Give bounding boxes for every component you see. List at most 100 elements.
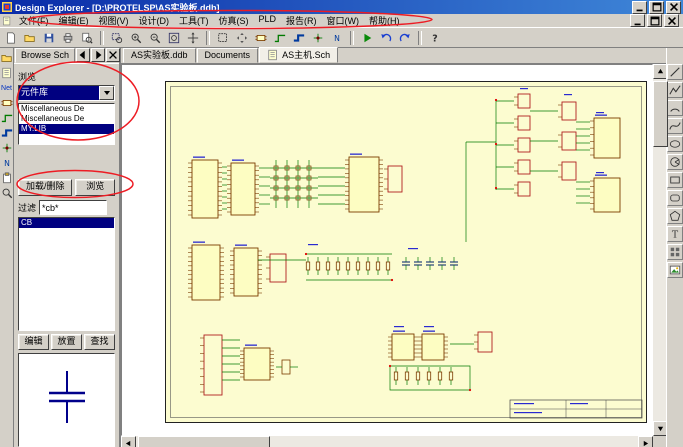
open-folder-button[interactable] — [21, 29, 39, 46]
component-listbox[interactable]: CB — [18, 217, 115, 331]
zoom-all-button[interactable] — [165, 29, 183, 46]
junction-button[interactable] — [309, 29, 327, 46]
filter-input[interactable] — [39, 200, 107, 215]
probe-button[interactable] — [1, 187, 13, 199]
bus-button[interactable] — [290, 29, 308, 46]
win-max-button[interactable] — [647, 14, 662, 27]
scroll-left-button[interactable] — [121, 436, 136, 447]
window-controls — [632, 1, 681, 14]
polyline-button[interactable] — [667, 82, 683, 98]
zoom-window-button[interactable] — [108, 29, 126, 46]
library-list-item[interactable]: Miscellaneous De — [19, 114, 114, 124]
undo-button[interactable] — [377, 29, 395, 46]
wire-button[interactable] — [1, 112, 13, 124]
library-type-combobox[interactable]: 元件库 — [18, 85, 115, 101]
menu-item-3[interactable]: 设计(D) — [134, 14, 175, 27]
tab-browse-sch[interactable]: Browse Sch — [15, 48, 75, 63]
menu-item-4[interactable]: 工具(T) — [174, 14, 214, 27]
line-button[interactable] — [667, 64, 683, 80]
win-close-button[interactable] — [664, 14, 679, 27]
pie-button[interactable] — [667, 154, 683, 170]
arc-button[interactable] — [667, 100, 683, 116]
open-folder-button[interactable] — [1, 52, 13, 64]
win-close-button[interactable] — [666, 1, 681, 14]
combo-dropdown-button[interactable] — [99, 86, 114, 100]
menu-item-8[interactable]: 窗口(W) — [322, 14, 365, 27]
win-max-button[interactable] — [649, 1, 664, 14]
part-button[interactable] — [252, 29, 270, 46]
close-button[interactable] — [106, 48, 120, 62]
win-min-button[interactable] — [630, 14, 645, 27]
move-button[interactable] — [233, 29, 251, 46]
edit-button[interactable]: 编辑 — [18, 334, 49, 350]
text-tool-button[interactable]: T — [667, 226, 683, 242]
horizontal-scroll-track[interactable] — [136, 436, 638, 447]
menu-item-2[interactable]: 视图(V) — [94, 14, 134, 27]
array-tool-button[interactable] — [667, 244, 683, 260]
scroll-right-button[interactable] — [638, 436, 653, 447]
arrow-right-button[interactable] — [91, 48, 105, 62]
help-button[interactable]: ? — [426, 29, 444, 46]
print-preview-button[interactable] — [78, 29, 96, 46]
save-button[interactable] — [40, 29, 58, 46]
horizontal-scroll-thumb[interactable] — [138, 436, 270, 447]
schematic-canvas[interactable] — [121, 64, 653, 436]
vertical-scroll-track[interactable] — [653, 79, 666, 421]
horizontal-scrollbar[interactable] — [121, 436, 653, 447]
zoom-in-button[interactable] — [127, 29, 145, 46]
menu-item-9[interactable]: 帮助(H) — [364, 14, 405, 27]
component-list-item[interactable]: CB — [19, 218, 114, 228]
win-min-button[interactable] — [632, 1, 647, 14]
bezier-button[interactable] — [667, 118, 683, 134]
document-tab-1[interactable]: Documents — [197, 48, 259, 63]
menu-item-7[interactable]: 报告(R) — [281, 14, 322, 27]
close-icon — [107, 49, 119, 61]
toolbar-separator — [100, 31, 104, 45]
clipboard-button[interactable] — [1, 172, 13, 184]
menu-item-1[interactable]: 编辑(E) — [54, 14, 94, 27]
browse-button[interactable]: 浏览 — [75, 179, 115, 196]
array-tool-icon — [669, 246, 681, 258]
bus-icon — [1, 127, 13, 139]
select-button[interactable] — [214, 29, 232, 46]
junction-button[interactable] — [1, 142, 13, 154]
menu-item-5[interactable]: 仿真(S) — [214, 14, 254, 27]
junction-icon — [312, 32, 324, 44]
zoom-out-button[interactable] — [146, 29, 164, 46]
rect-tool-button[interactable] — [667, 172, 683, 188]
round-rect-button[interactable] — [667, 190, 683, 206]
add-remove-button[interactable]: 加载/删除 — [18, 179, 72, 196]
menu-item-0[interactable]: 文件(F) — [14, 14, 54, 27]
print-button[interactable] — [59, 29, 77, 46]
sheet-icon — [1, 67, 13, 79]
netlabel-button[interactable]: N — [328, 29, 346, 46]
new-doc-button[interactable] — [2, 29, 20, 46]
document-tab-0[interactable]: AS实验板.ddb — [123, 48, 196, 63]
svg-text:?: ? — [432, 33, 437, 44]
part-button[interactable] — [1, 97, 13, 109]
place-button[interactable]: 放置 — [51, 334, 82, 350]
vertical-scrollbar[interactable] — [653, 64, 666, 436]
redo-button[interactable] — [396, 29, 414, 46]
vertical-scroll-thumb[interactable] — [653, 81, 668, 147]
library-list-item[interactable]: Miscellaneous De — [19, 104, 114, 114]
ellipse-tool-button[interactable] — [667, 136, 683, 152]
polygon-tool-button[interactable] — [667, 208, 683, 224]
picture-button[interactable] — [667, 262, 683, 278]
run-button[interactable] — [358, 29, 376, 46]
pan-button[interactable] — [184, 29, 202, 46]
document-tab-2[interactable]: AS主机.Sch — [259, 47, 338, 63]
svg-text:N: N — [334, 34, 340, 43]
library-listbox[interactable]: Miscellaneous DeMiscellaneous DeMY.LIB — [18, 103, 115, 145]
bus-button[interactable] — [1, 127, 13, 139]
menu-item-6[interactable]: PLD — [254, 14, 282, 27]
library-list-item[interactable]: MY.LIB — [19, 124, 114, 134]
netlabel-icon: N — [1, 157, 13, 169]
find-button[interactable]: 查找 — [84, 334, 115, 350]
schematic-sheet[interactable] — [165, 81, 647, 423]
wire-button[interactable] — [271, 29, 289, 46]
net-button[interactable]: Net — [1, 82, 13, 94]
sheet-button[interactable] — [1, 67, 13, 79]
arrow-left-button[interactable] — [76, 48, 90, 62]
netlabel-button[interactable]: N — [1, 157, 13, 169]
